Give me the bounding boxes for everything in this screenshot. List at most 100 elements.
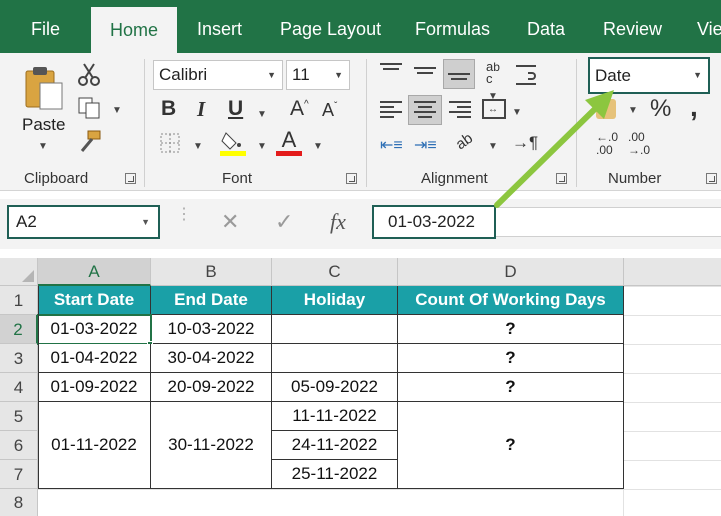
merge-dropdown-icon[interactable]: ▼ — [512, 107, 522, 118]
percent-style-icon[interactable]: % — [650, 95, 671, 123]
tab-data[interactable]: Data — [527, 0, 565, 53]
paste-label: Paste — [22, 115, 66, 134]
chevron-down-icon: ▼ — [693, 70, 702, 80]
angle-text-icon[interactable]: ab — [453, 130, 476, 153]
cell-a5-merged[interactable]: 01-11-2022 — [38, 402, 151, 489]
orientation-icon[interactable]: ab c — [486, 60, 500, 85]
tab-file[interactable]: File — [31, 0, 60, 53]
angle-dropdown-icon[interactable]: ▼ — [488, 141, 498, 152]
cell-c4[interactable]: 05-09-2022 — [272, 373, 398, 402]
cell-b5-merged[interactable]: 30-11-2022 — [151, 402, 272, 489]
chevron-down-icon: ▼ — [141, 217, 150, 227]
decrease-decimal-icon[interactable]: .00 →.0 — [628, 131, 650, 157]
column-header-d[interactable]: D — [398, 258, 624, 286]
align-left-icon[interactable] — [380, 101, 402, 119]
paste-button[interactable]: Paste ▼ — [18, 61, 70, 157]
fill-color-dropdown-icon[interactable]: ▼ — [257, 141, 267, 152]
column-header-a[interactable]: A — [38, 258, 151, 286]
cell-d3[interactable]: ? — [398, 344, 624, 373]
underline-icon[interactable]: U — [228, 97, 243, 121]
column-header-e[interactable] — [624, 258, 721, 286]
row-header-4[interactable]: 4 — [0, 373, 38, 402]
number-format-value: Date — [595, 66, 631, 85]
chevron-down-icon: ▼ — [334, 70, 343, 80]
cell-c2[interactable] — [272, 315, 398, 344]
cell-d5-merged[interactable]: ? — [398, 402, 624, 489]
header-start-date[interactable]: Start Date — [38, 286, 151, 315]
row-header-7[interactable]: 7 — [0, 460, 38, 489]
tab-page-layout[interactable]: Page Layout — [280, 0, 381, 53]
font-color-dropdown-icon[interactable]: ▼ — [313, 141, 323, 152]
increase-font-size-icon[interactable]: A^ — [290, 97, 309, 121]
font-color-icon[interactable]: A — [276, 127, 302, 157]
decrease-indent-icon[interactable]: ⇤≡ — [380, 135, 403, 155]
insert-function-icon[interactable]: fx — [330, 209, 346, 235]
row-header-6[interactable]: 6 — [0, 431, 38, 460]
merge-center-icon[interactable]: ↔ — [482, 99, 506, 119]
tab-formulas[interactable]: Formulas — [415, 0, 490, 53]
cell-b2[interactable]: 10-03-2022 — [151, 315, 272, 344]
decrease-font-size-icon[interactable]: Aˇ — [322, 100, 337, 121]
tab-home[interactable]: Home — [91, 7, 177, 53]
middle-align-icon[interactable] — [414, 67, 436, 85]
cell-d2[interactable]: ? — [398, 315, 624, 344]
cell-c5[interactable]: 11-11-2022 — [272, 402, 398, 431]
row-header-1[interactable]: 1 — [0, 286, 38, 315]
copy-dropdown-icon[interactable]: ▼ — [112, 105, 122, 116]
cancel-icon[interactable]: ✕ — [221, 209, 239, 235]
tab-insert[interactable]: Insert — [197, 0, 242, 53]
cell-c6[interactable]: 24-11-2022 — [272, 431, 398, 460]
font-name-dropdown[interactable]: Calibri ▼ — [153, 60, 283, 90]
enter-icon[interactable]: ✓ — [275, 209, 293, 235]
header-end-date[interactable]: End Date — [151, 286, 272, 315]
tab-view[interactable]: View — [697, 0, 721, 53]
clipboard-launcher-icon[interactable] — [125, 173, 136, 184]
wrap-text-icon[interactable] — [516, 65, 536, 85]
comma-style-icon[interactable]: , — [690, 91, 698, 123]
copy-icon[interactable] — [78, 97, 102, 119]
name-box[interactable]: A2 ▼ — [7, 205, 160, 239]
row-header-8[interactable]: 8 — [0, 489, 38, 516]
formula-input[interactable]: 01-03-2022 — [372, 205, 496, 239]
number-format-dropdown[interactable]: Date ▼ — [588, 57, 710, 94]
borders-dropdown-icon[interactable]: ▼ — [193, 141, 203, 152]
row-header-3[interactable]: 3 — [0, 344, 38, 373]
align-right-icon[interactable] — [449, 101, 471, 119]
chevron-down-icon: ▼ — [38, 141, 48, 152]
cell-b3[interactable]: 30-04-2022 — [151, 344, 272, 373]
font-launcher-icon[interactable] — [346, 173, 357, 184]
underline-dropdown-icon[interactable]: ▼ — [257, 109, 267, 120]
increase-decimal-icon[interactable]: ←.0.00 — [596, 131, 618, 157]
row-header-2[interactable]: 2 — [0, 315, 38, 344]
cell-b4[interactable]: 20-09-2022 — [151, 373, 272, 402]
header-holiday[interactable]: Holiday — [272, 286, 398, 315]
text-direction-icon[interactable]: →¶ — [512, 133, 538, 153]
bold-icon[interactable]: B — [161, 97, 176, 121]
fill-color-icon[interactable] — [220, 129, 246, 157]
top-align-icon[interactable] — [380, 63, 402, 81]
clipboard-group-label: Clipboard — [24, 170, 89, 187]
cell-c3[interactable] — [272, 344, 398, 373]
alignment-launcher-icon[interactable] — [556, 173, 567, 184]
italic-icon[interactable]: I — [197, 97, 205, 122]
borders-icon[interactable] — [160, 133, 180, 153]
cut-icon[interactable] — [78, 63, 100, 87]
font-size-dropdown[interactable]: 11 ▼ — [286, 60, 350, 90]
accounting-format-icon[interactable] — [596, 99, 616, 119]
format-painter-icon[interactable] — [78, 129, 102, 153]
cell-a4[interactable]: 01-09-2022 — [38, 373, 151, 402]
row-header-5[interactable]: 5 — [0, 402, 38, 431]
formula-input-extension[interactable] — [496, 207, 721, 237]
header-working-days[interactable]: Count Of Working Days — [398, 286, 624, 315]
column-header-c[interactable]: C — [272, 258, 398, 286]
tab-review[interactable]: Review — [603, 0, 662, 53]
cell-d4[interactable]: ? — [398, 373, 624, 402]
increase-indent-icon[interactable]: ⇥≡ — [414, 135, 437, 155]
select-all-corner[interactable] — [0, 258, 38, 286]
number-launcher-icon[interactable] — [706, 173, 717, 184]
column-header-b[interactable]: B — [151, 258, 272, 286]
accounting-dropdown-icon[interactable]: ▼ — [628, 105, 638, 116]
cell-c7[interactable]: 25-11-2022 — [272, 460, 398, 489]
alignment-group-label: Alignment — [421, 170, 488, 187]
cell-a3[interactable]: 01-04-2022 — [38, 344, 151, 373]
